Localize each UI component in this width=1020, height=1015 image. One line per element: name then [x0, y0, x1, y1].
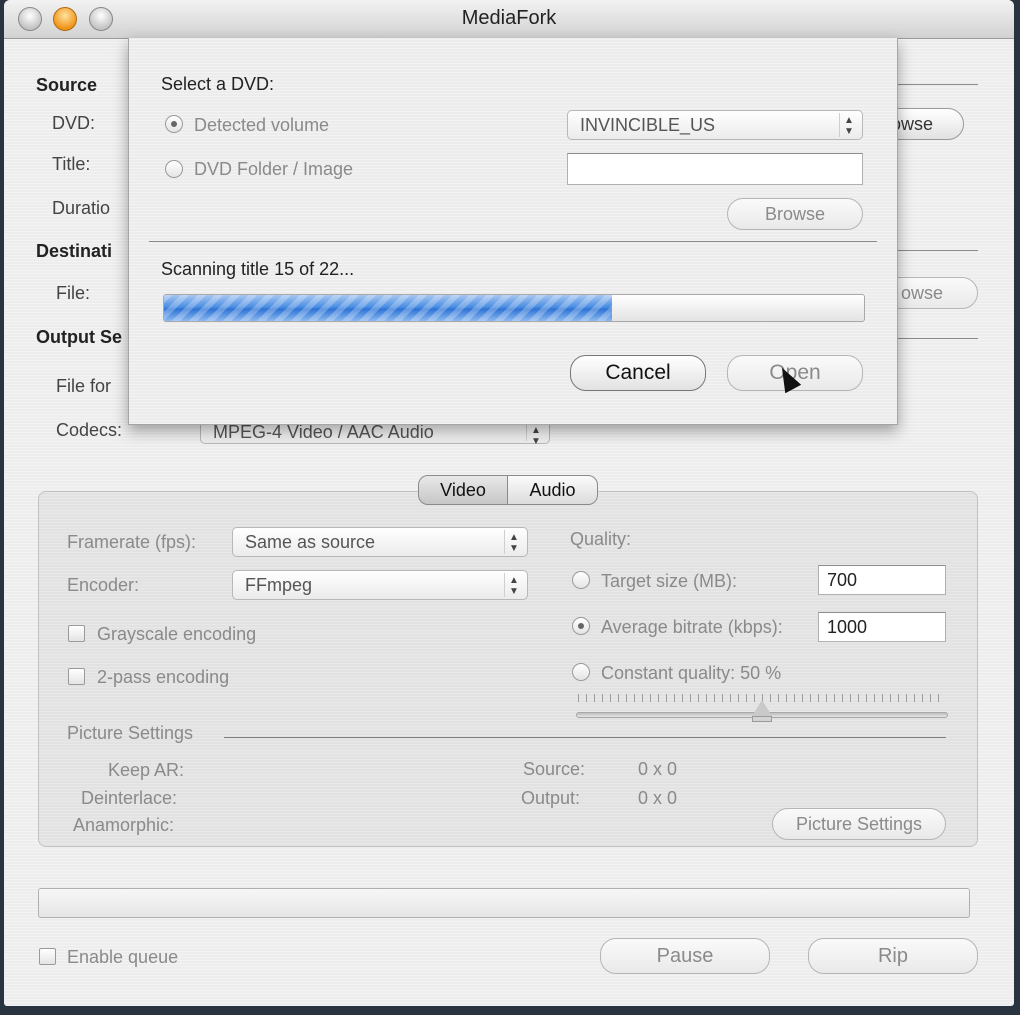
encoder-label: Encoder:: [67, 575, 140, 595]
enable-queue-checkbox[interactable]: [39, 948, 56, 965]
framerate-label: Framerate (fps):: [67, 532, 197, 552]
enable-queue-label: Enable queue: [67, 947, 179, 967]
constant-quality-radio[interactable]: [572, 663, 590, 681]
folder-image-field[interactable]: [567, 153, 863, 185]
tab-video[interactable]: Video: [418, 475, 508, 505]
average-bitrate-radio[interactable]: [572, 617, 590, 635]
constant-quality-label: Constant quality: 50 %: [601, 663, 782, 683]
framerate-popup[interactable]: Same as source ▲ ▼: [232, 527, 528, 557]
target-size-radio[interactable]: [572, 571, 590, 589]
target-size-field[interactable]: 700: [818, 565, 946, 595]
source-size-value: 0 x 0: [638, 759, 678, 779]
encoder-popup[interactable]: FFmpeg ▲ ▼: [232, 570, 528, 600]
cancel-button[interactable]: Cancel: [570, 355, 706, 391]
folder-image-radio[interactable]: [165, 160, 183, 178]
keep-ar-label: Keep AR:: [108, 760, 185, 780]
codecs-value: MPEG-4 Video / AAC Audio: [213, 422, 434, 442]
popup-arrows-icon: ▲ ▼: [526, 423, 545, 447]
duration-label: Duratio: [52, 198, 111, 218]
output-settings-header: Output Se: [36, 327, 122, 347]
two-pass-checkbox[interactable]: [68, 668, 85, 685]
tab-audio[interactable]: Audio: [507, 475, 598, 505]
picture-settings-header: Picture Settings: [67, 723, 194, 743]
title-bar: MediaFork: [4, 0, 1014, 39]
file-format-label: File for: [56, 376, 112, 396]
encoder-value: FFmpeg: [245, 575, 313, 595]
popup-arrows-icon: ▲ ▼: [504, 530, 523, 554]
encode-progress-bar: [38, 888, 970, 918]
destination-header: Destinati: [36, 241, 113, 261]
deinterlace-label: Deinterlace:: [81, 788, 178, 808]
detected-volume-popup[interactable]: INVINCIBLE_US ▲ ▼: [567, 110, 863, 140]
picture-settings-button[interactable]: Picture Settings: [772, 808, 946, 840]
target-size-label: Target size (MB):: [601, 571, 738, 591]
main-window: MediaFork Source DVD: owse Title: Durati…: [4, 0, 1014, 1006]
quality-label: Quality:: [570, 529, 632, 549]
codecs-label: Codecs:: [56, 420, 123, 440]
grayscale-checkbox[interactable]: [68, 625, 85, 642]
detected-volume-label: Detected volume: [194, 115, 330, 135]
source-header: Source: [36, 75, 98, 95]
average-bitrate-label: Average bitrate (kbps):: [601, 617, 783, 637]
average-bitrate-field[interactable]: 1000: [818, 612, 946, 642]
destination-divider: [894, 250, 978, 251]
scan-status-text: Scanning title 15 of 22...: [161, 259, 355, 279]
detected-volume-radio[interactable]: [165, 115, 183, 133]
rip-button[interactable]: Rip: [808, 938, 978, 974]
source-size-label: Source:: [523, 759, 586, 779]
output-settings-divider: [894, 338, 978, 339]
sheet-divider: [149, 241, 877, 242]
folder-image-label: DVD Folder / Image: [194, 159, 354, 179]
detected-volume-value: INVINCIBLE_US: [580, 115, 716, 135]
popup-arrows-icon: ▲ ▼: [839, 113, 858, 137]
anamorphic-label: Anamorphic:: [73, 815, 175, 835]
popup-arrows-icon: ▲ ▼: [504, 573, 523, 597]
scan-progress-bar: [163, 294, 865, 322]
window-title: MediaFork: [461, 7, 557, 29]
grayscale-label: Grayscale encoding: [97, 624, 257, 644]
picture-settings-divider: [224, 737, 946, 738]
sheet-browse-button[interactable]: Browse: [727, 198, 863, 230]
framerate-value: Same as source: [245, 532, 376, 552]
pause-button[interactable]: Pause: [600, 938, 770, 974]
file-label: File:: [56, 283, 91, 303]
output-size-label: Output:: [521, 788, 581, 808]
quality-slider-knob[interactable]: [752, 700, 772, 716]
title-label: Title:: [52, 154, 91, 174]
quality-slider-knob-base: [752, 716, 772, 722]
scan-progress-fill: [164, 295, 612, 321]
output-size-value: 0 x 0: [638, 788, 678, 808]
two-pass-label: 2-pass encoding: [97, 667, 230, 687]
dvd-label: DVD:: [52, 113, 96, 133]
select-dvd-prompt: Select a DVD:: [161, 74, 275, 94]
